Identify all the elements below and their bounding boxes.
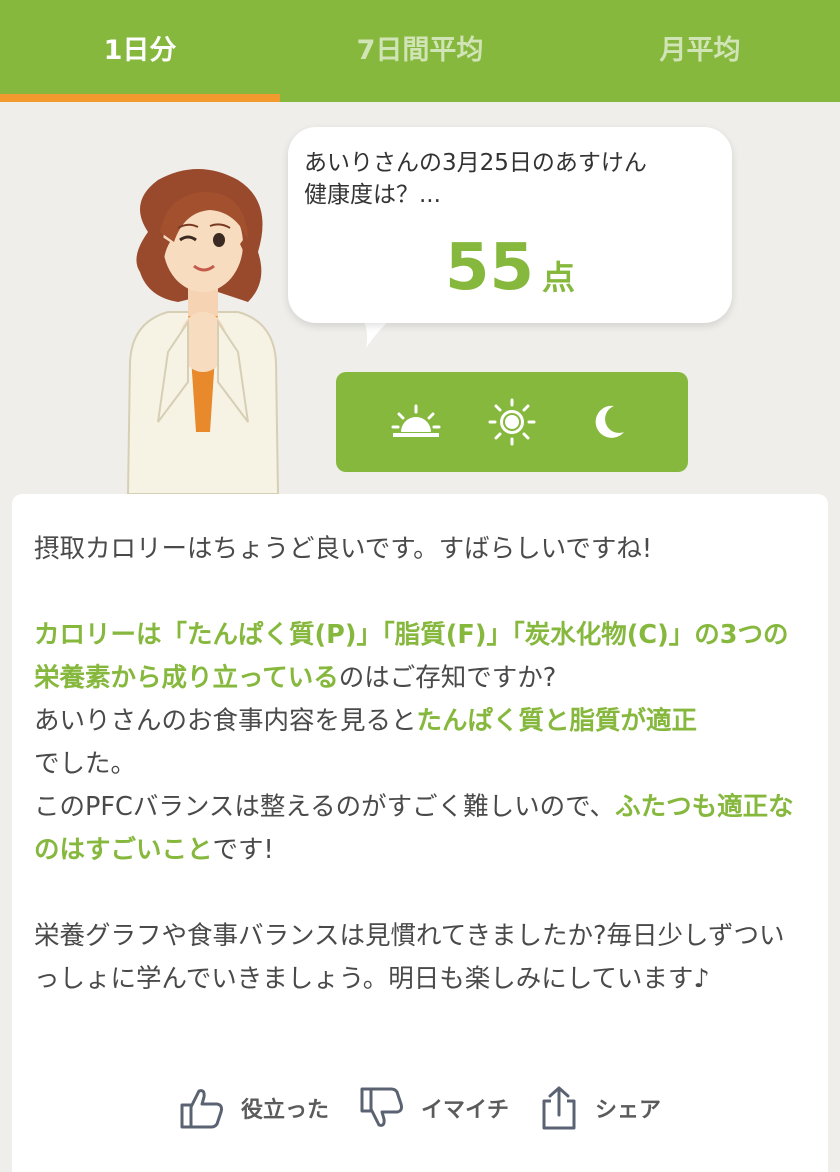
advice-paragraph-3: 栄養グラフや食事バランスは見慣れてきましたか?毎日少しずついっしょに学んでいきま… (34, 921, 785, 994)
tab-7-day-average[interactable]: 7日間平均 (280, 0, 560, 102)
bubble-line-1: あいりさんの3月25日のあすけん (304, 150, 647, 176)
helpful-label: 役立った (240, 1098, 329, 1123)
advisor-character-illustration (126, 169, 280, 494)
helpful-button[interactable]: 役立った (179, 1087, 329, 1129)
not-helpful-button[interactable]: イマイチ (359, 1087, 509, 1129)
advice-text: です! (212, 835, 274, 865)
health-score-bubble: あいりさんの3月25日のあすけん 健康度は？... 55 点 (288, 127, 732, 323)
period-tabs: 1日分 7日間平均 月平均 (0, 0, 840, 102)
not-helpful-label: イマイチ (420, 1098, 509, 1123)
thumbs-down-icon (360, 1087, 403, 1127)
advice-text: あいりさんのお食事内容を見ると (34, 706, 417, 736)
feedback-actions: 役立った イマイチ シェア (12, 1078, 828, 1138)
time-of-day-selector (336, 372, 688, 472)
score-value: 55 (444, 231, 535, 305)
score-unit: 点 (542, 258, 576, 297)
advice-text: でした。 (34, 749, 137, 779)
bubble-message: あいりさんの3月25日のあすけん 健康度は？... (304, 147, 716, 211)
share-icon (542, 1086, 576, 1130)
highlight-text: たんぱく質と脂質が適正 (416, 706, 698, 736)
advice-text: のはご存知ですか? (338, 663, 557, 693)
tab-1-day[interactable]: 1日分 (0, 0, 280, 102)
advice-card: 摂取カロリーはちょうど良いです。すばらしいですね! カロリーは「たんぱく質(P)… (12, 494, 828, 1172)
tab-monthly-average[interactable]: 月平均 (560, 0, 840, 102)
share-label: シェア (595, 1098, 662, 1123)
health-score: 55 点 (288, 231, 732, 305)
advice-text: このPFCバランスは整えるのがすごく難しいので、 (34, 792, 616, 822)
sunrise-icon[interactable] (390, 396, 442, 448)
bubble-line-2: 健康度は？... (304, 182, 441, 208)
moon-icon[interactable] (582, 396, 634, 448)
share-button[interactable]: シェア (539, 1085, 661, 1131)
advice-paragraph-2: カロリーは「たんぱく質(P)」「脂質(F)」「炭水化物(C)」の3つの栄養素から… (34, 614, 806, 872)
advice-paragraph-1: 摂取カロリーはちょうど良いです。すばらしいですね! (34, 534, 653, 564)
thumbs-up-icon (180, 1089, 223, 1129)
sun-icon[interactable] (486, 396, 538, 448)
